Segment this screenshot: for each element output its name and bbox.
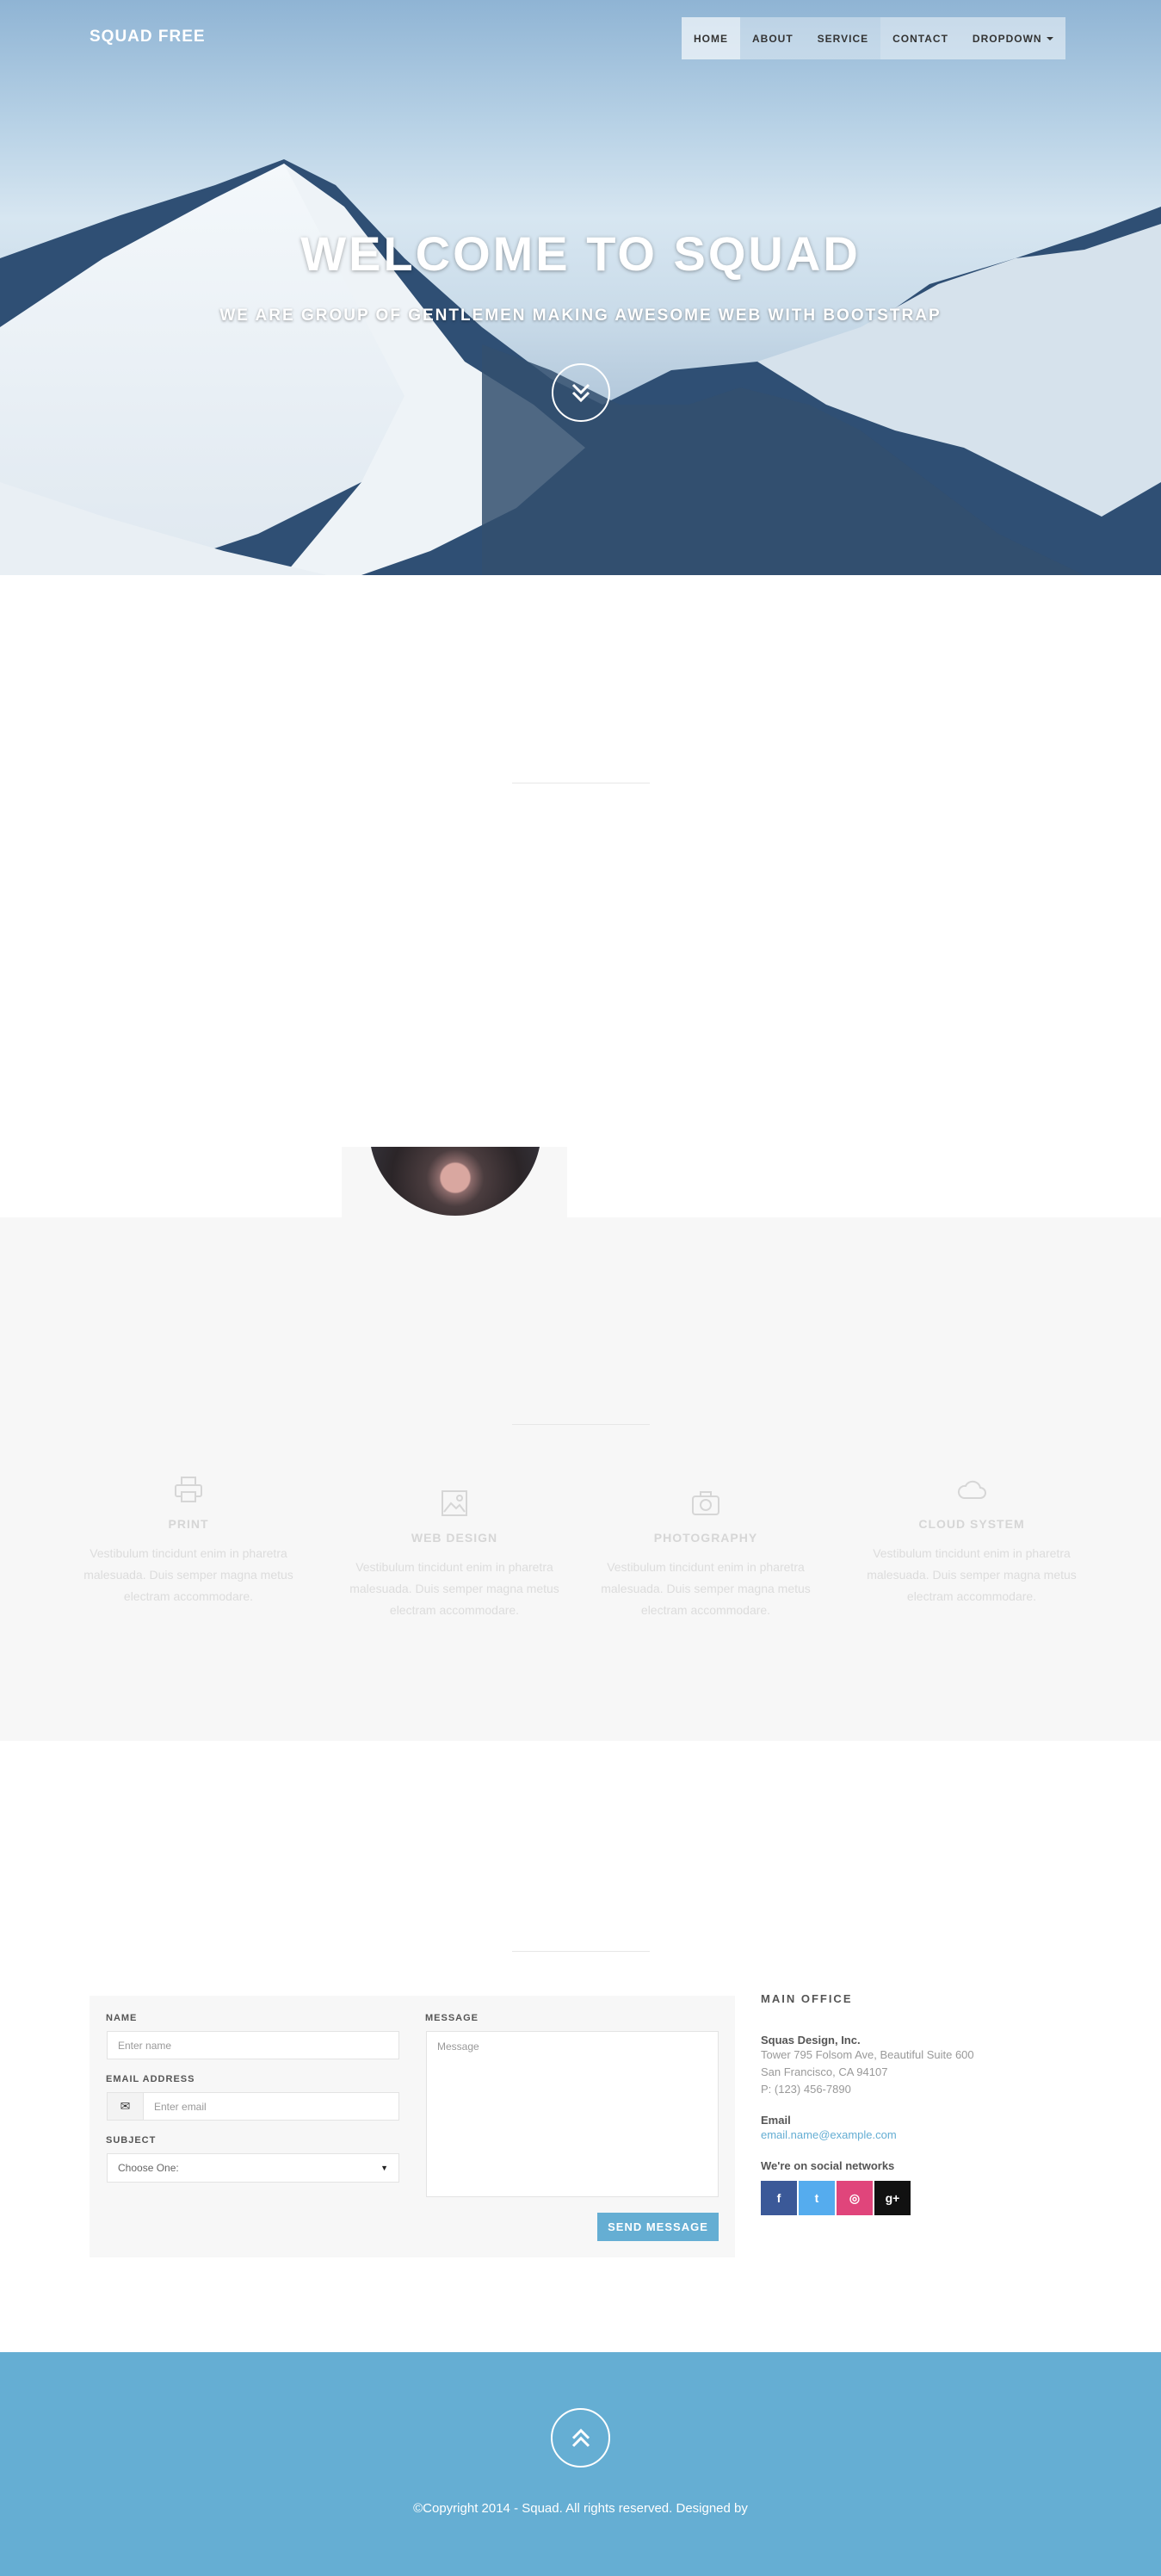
nav-dropdown-label: DROPDOWN (972, 32, 1042, 45)
section-divider (512, 1424, 650, 1425)
printer-icon (175, 1477, 202, 1502)
send-message-button[interactable]: SEND MESSAGE (597, 2213, 719, 2241)
contact-form: NAME Enter name EMAIL ADDRESS ✉ Enter em… (90, 1996, 735, 2257)
nav-home[interactable]: HOME (682, 17, 740, 59)
double-chevron-down-icon (571, 383, 590, 403)
nav-service[interactable]: SERVICE (806, 17, 880, 59)
back-to-top-button[interactable] (551, 2408, 610, 2468)
footer: ©Copyright 2014 - Squad. All rights rese… (0, 2352, 1161, 2576)
nav-contact[interactable]: CONTACT (880, 17, 960, 59)
service-web-design: WEB DESIGN Vestibulum tincidunt enim in … (343, 1488, 566, 1621)
office-info: MAIN OFFICE Squas Design, Inc. Tower 795… (761, 1992, 1019, 2215)
message-textarea[interactable]: Message (426, 2031, 719, 2197)
email-link[interactable]: email.name@example.com (761, 2127, 1019, 2144)
email-placeholder: Enter email (154, 2100, 207, 2113)
subject-value: Choose One: (118, 2162, 179, 2174)
service-title: PRINT (168, 1517, 209, 1531)
name-label: NAME (106, 2013, 138, 2023)
address-line-2: San Francisco, CA 94107 (761, 2065, 888, 2078)
facebook-icon[interactable]: f (761, 2181, 797, 2215)
camera-icon (692, 1491, 719, 1515)
service-cloud-system: CLOUD SYSTEM Vestibulum tincidunt enim i… (860, 1474, 1084, 1607)
nav-dropdown[interactable]: DROPDOWN (960, 17, 1065, 59)
image-icon (442, 1490, 467, 1516)
service-title: WEB DESIGN (411, 1531, 498, 1545)
email-label: EMAIL ADDRESS (106, 2074, 195, 2084)
office-heading: MAIN OFFICE (761, 1992, 853, 2005)
service-title: CLOUD SYSTEM (918, 1517, 1025, 1531)
twitter-icon[interactable]: t (799, 2181, 835, 2215)
nav-about[interactable]: ABOUT (740, 17, 806, 59)
email-heading: Email (761, 2114, 791, 2127)
service-text: Vestibulum tincidunt enim in pharetra ma… (349, 1560, 559, 1617)
envelope-icon: ✉ (108, 2093, 144, 2120)
dribbble-icon[interactable]: ◎ (837, 2181, 873, 2215)
subject-select[interactable]: Choose One: ▼ (107, 2153, 399, 2183)
service-text: Vestibulum tincidunt enim in pharetra ma… (601, 1560, 811, 1617)
phone: P: (123) 456-7890 (761, 2083, 851, 2096)
scroll-down-button[interactable] (552, 363, 610, 422)
copyright-text: ©Copyright 2014 - Squad. All rights rese… (413, 2501, 748, 2516)
cloud-icon (957, 1480, 986, 1499)
caret-down-icon (1046, 36, 1053, 40)
service-text: Vestibulum tincidunt enim in pharetra ma… (867, 1546, 1077, 1603)
service-photography: PHOTOGRAPHY Vestibulum tincidunt enim in… (594, 1488, 818, 1621)
double-chevron-up-icon (571, 2428, 590, 2447)
email-field[interactable]: ✉ Enter email (107, 2092, 399, 2121)
section-divider (512, 1951, 650, 1952)
brand-logo[interactable]: SQUAD FREE (90, 28, 206, 46)
avatar (369, 1147, 541, 1216)
team-card (342, 1147, 567, 1217)
service-title: PHOTOGRAPHY (653, 1531, 758, 1545)
hero-section: SQUAD FREE HOME ABOUT SERVICE CONTACT DR… (0, 0, 1161, 575)
mountain-background (0, 159, 1161, 575)
service-text: Vestibulum tincidunt enim in pharetra ma… (83, 1546, 293, 1603)
message-label: MESSAGE (425, 2013, 479, 2023)
google-plus-icon[interactable]: g+ (874, 2181, 911, 2215)
social-links: f t ◎ g+ (761, 2181, 1019, 2215)
company-name: Squas Design, Inc. (761, 2034, 861, 2047)
select-arrow-icon: ▼ (380, 2164, 388, 2172)
address-line-1: Tower 795 Folsom Ave, Beautiful Suite 60… (761, 2048, 974, 2061)
subject-label: SUBJECT (106, 2135, 157, 2146)
social-heading: We're on social networks (761, 2159, 895, 2172)
main-nav: HOME ABOUT SERVICE CONTACT DROPDOWN (682, 17, 1065, 59)
services-section: PRINT Vestibulum tincidunt enim in phare… (0, 1217, 1161, 1741)
name-input[interactable]: Enter name (107, 2031, 399, 2059)
hero-title: WELCOME TO SQUAD (300, 226, 861, 281)
hero-subtitle: WE ARE GROUP OF GENTLEMEN MAKING AWESOME… (219, 307, 942, 325)
service-print: PRINT Vestibulum tincidunt enim in phare… (77, 1474, 300, 1607)
